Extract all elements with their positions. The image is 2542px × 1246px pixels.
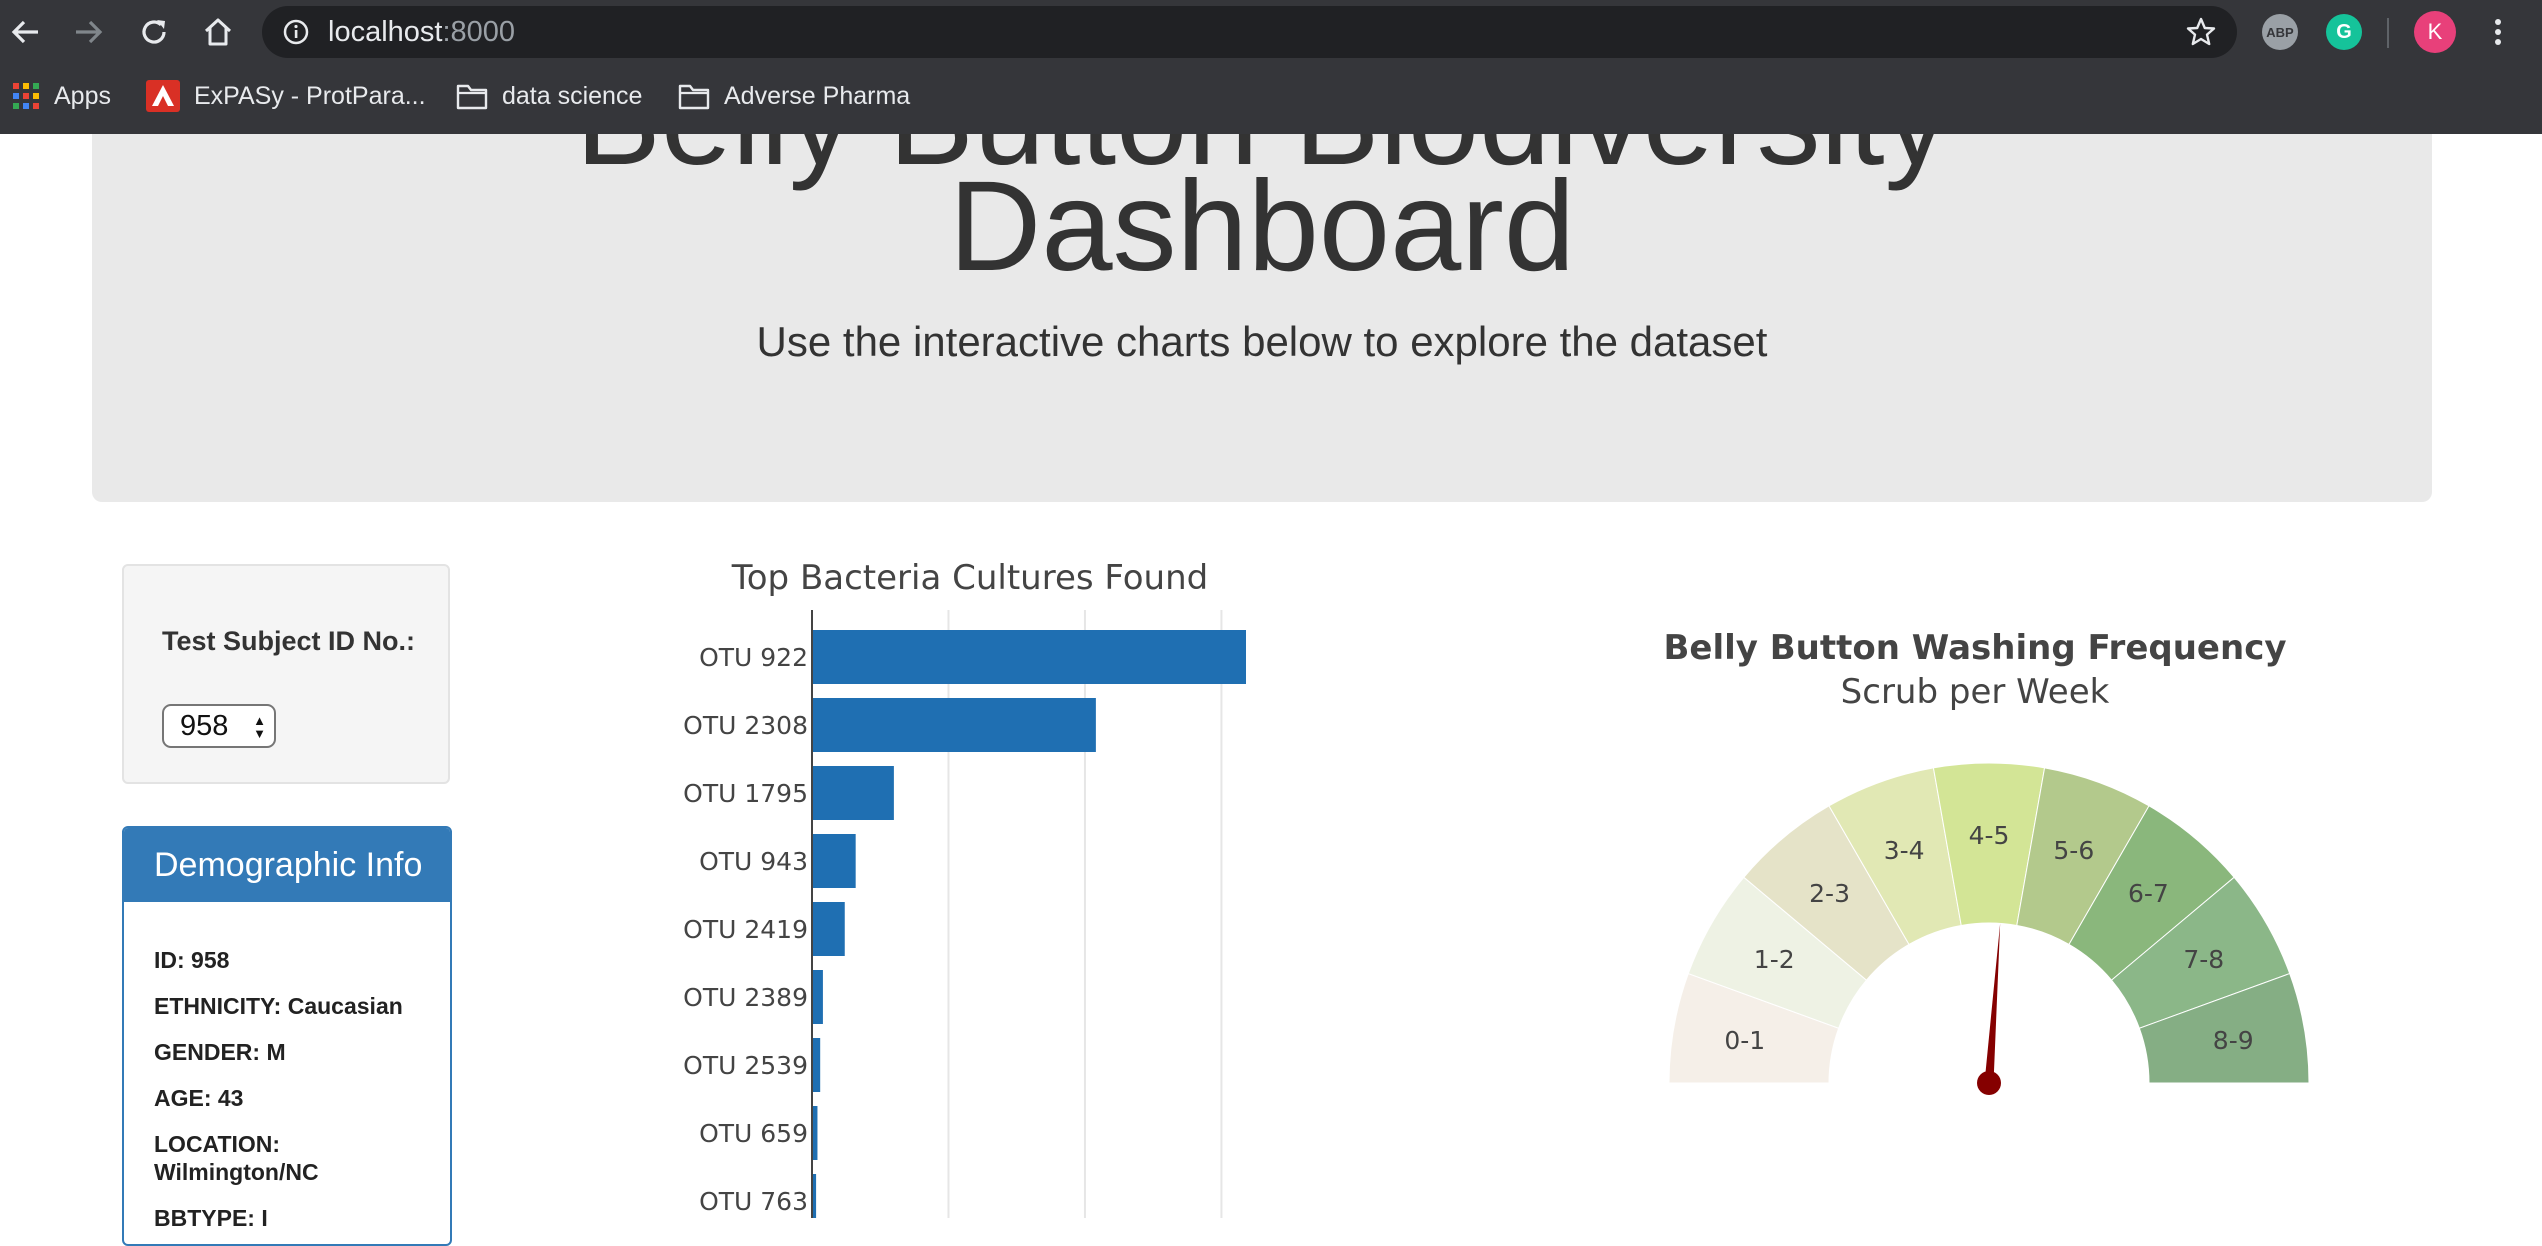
gauge-segment-label: 6-7 — [2128, 879, 2169, 908]
gauge-segment-label: 0-1 — [1724, 1026, 1765, 1055]
url-host: localhost — [328, 16, 443, 48]
back-icon[interactable] — [6, 12, 46, 52]
bar-category-label: OTU 1795 — [683, 779, 808, 808]
adblock-plus-icon[interactable]: ABP — [2262, 14, 2298, 50]
profile-avatar[interactable]: K — [2414, 11, 2456, 53]
expasy-icon — [146, 80, 180, 112]
header-jumbotron: Belly Button Biodiversity Dashboard Use … — [92, 134, 2432, 502]
bar-category-label: OTU 2419 — [683, 915, 808, 944]
select-arrows-icon: ▲ ▼ — [253, 713, 266, 741]
bookmark-star-icon[interactable] — [2185, 16, 2217, 53]
subject-id-label: Test Subject ID No.: — [162, 626, 416, 656]
toolbar-divider — [2387, 18, 2389, 48]
bookmark-label: Apps — [54, 81, 111, 110]
bar-category-label: OTU 2308 — [683, 711, 808, 740]
select-value: 958 — [180, 710, 229, 742]
gauge-segment-label: 3-4 — [1884, 836, 1925, 865]
bar-category-label: OTU 2389 — [683, 983, 808, 1012]
gauge-segment-label: 1-2 — [1754, 945, 1795, 974]
bar-otu-943[interactable] — [812, 834, 856, 888]
subject-selector-well: Test Subject ID No.: 958 ▲ ▼ — [122, 564, 450, 784]
gauge-segment-label: 7-8 — [2183, 945, 2224, 974]
gauge-chart-subtitle: Scrub per Week — [1840, 672, 2110, 712]
bar-chart: OTU 922 OTU 2308 OTU 1795 OTU 943 OTU 2419 OT… — [683, 610, 1246, 1218]
bar-otu-2539[interactable] — [812, 1038, 821, 1092]
bookmark-apps[interactable]: Apps — [12, 78, 111, 114]
gauge-segment-label: 5-6 — [2053, 836, 2094, 865]
gauge-needle-hub — [1977, 1071, 2001, 1095]
bookmark-adverse-pharma[interactable]: Adverse Pharma — [678, 78, 910, 114]
demographic-body: ID: 958 ETHNICITY: Caucasian GENDER: M A… — [124, 902, 450, 1232]
menu-icon[interactable] — [2478, 12, 2518, 52]
bookmark-expasy[interactable]: ExPASy - ProtPara... — [146, 78, 426, 114]
demo-id: ID: 958 — [154, 947, 230, 973]
bookmarks-bar: Apps ExPASy - ProtPara... data science A… — [0, 72, 2542, 118]
gauge-segment-label: 4-5 — [1969, 821, 2010, 850]
folder-icon — [678, 82, 710, 110]
bookmark-label: data science — [502, 81, 643, 110]
bar-otu-2419[interactable] — [812, 902, 845, 956]
bar-category-label: OTU 922 — [699, 643, 808, 672]
subject-id-select[interactable]: 958 ▲ ▼ — [162, 704, 276, 748]
bar-chart-title: Top Bacteria Cultures Found — [731, 558, 1209, 598]
bookmark-label: ExPASy - ProtPara... — [194, 81, 426, 110]
demographic-heading: Demographic Info — [124, 828, 450, 902]
gauge-needle — [1984, 923, 2001, 1084]
url-text: localhost:8000 — [328, 16, 515, 49]
bar-otu-1795[interactable] — [812, 766, 894, 820]
bar-category-label: OTU 659 — [699, 1119, 808, 1148]
grammarly-icon[interactable]: G — [2326, 14, 2362, 50]
gauge-chart-title: Belly Button Washing Frequency — [1663, 628, 2287, 668]
browser-chrome: localhost:8000 ABP G K Apps ExPASy - Pro — [0, 0, 2542, 134]
gauge-chart: 0-1 1-2 2-3 3-4 4-5 5-6 6-7 7-8 8-9 — [1668, 762, 2310, 1095]
demo-age: AGE: 43 — [154, 1085, 244, 1111]
reload-icon[interactable] — [134, 12, 174, 52]
home-icon[interactable] — [198, 12, 238, 52]
demographic-panel: Demographic Info ID: 958 ETHNICITY: Cauc… — [122, 826, 452, 1246]
bar-category-label: OTU 763 — [699, 1187, 808, 1216]
bar-otu-922[interactable] — [812, 630, 1246, 684]
gauge-segment-label: 2-3 — [1809, 879, 1850, 908]
bar-category-label: OTU 2539 — [683, 1051, 808, 1080]
demo-location: LOCATION: Wilmington/NC — [154, 1131, 319, 1185]
bookmark-data-science[interactable]: data science — [456, 78, 642, 114]
demo-ethnicity: ETHNICITY: Caucasian — [154, 993, 403, 1019]
apps-grid-icon — [12, 82, 40, 110]
bar-otu-2389[interactable] — [812, 970, 823, 1024]
demo-bbtype: BBTYPE: I — [154, 1205, 268, 1231]
gauge-segment-label: 8-9 — [2213, 1026, 2254, 1055]
page-title-line2: Dashboard — [948, 155, 1576, 298]
bar-category-label: OTU 943 — [699, 847, 808, 876]
site-info-icon[interactable] — [282, 18, 310, 51]
demo-gender: GENDER: M — [154, 1039, 286, 1065]
address-bar[interactable]: localhost:8000 — [262, 6, 2237, 58]
url-port: :8000 — [442, 16, 516, 48]
folder-icon — [456, 82, 488, 110]
page-subtitle: Use the interactive charts below to expl… — [756, 318, 1768, 365]
forward-icon[interactable] — [68, 12, 108, 52]
bookmark-label: Adverse Pharma — [724, 81, 911, 110]
bar-otu-2308[interactable] — [812, 698, 1096, 752]
